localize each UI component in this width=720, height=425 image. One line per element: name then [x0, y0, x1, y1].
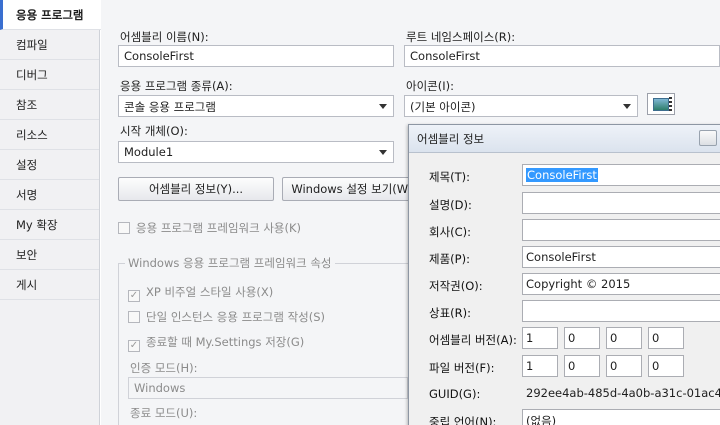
- checkbox-box: [118, 222, 130, 234]
- copyright-input[interactable]: Copyright © 2015: [522, 273, 720, 295]
- description-input[interactable]: [522, 192, 720, 214]
- app-type-value: 콘솔 응용 프로그램: [124, 100, 216, 114]
- sidebar-item-publish[interactable]: 게시: [0, 270, 99, 300]
- file-version-build[interactable]: 0: [606, 355, 642, 377]
- title-input[interactable]: ConsoleFirst: [522, 164, 720, 186]
- icon-label: 아이콘(I):: [406, 79, 454, 93]
- file-version-minor[interactable]: 0: [564, 355, 600, 377]
- neutral-language-label: 중립 언어(N):: [429, 415, 497, 425]
- copyright-label: 저작권(O):: [429, 279, 483, 293]
- view-windows-settings-button[interactable]: Windows 설정 보기(W): [282, 177, 422, 201]
- chevron-down-icon: [623, 104, 631, 109]
- company-input[interactable]: [522, 219, 720, 241]
- root-namespace-label: 루트 네임스페이스(R):: [406, 30, 516, 44]
- assembly-version-major[interactable]: 1: [522, 327, 558, 349]
- assembly-version-revision[interactable]: 0: [648, 327, 684, 349]
- product-label: 제품(P):: [429, 252, 470, 266]
- chevron-down-icon: [379, 104, 387, 109]
- auth-mode-select[interactable]: Windows: [128, 377, 408, 399]
- guid-label: GUID(G):: [429, 387, 481, 401]
- sidebar-item-resources[interactable]: 리소스: [0, 120, 99, 150]
- sidebar-item-signing[interactable]: 서명: [0, 180, 99, 210]
- assembly-version-minor[interactable]: 0: [564, 327, 600, 349]
- root-namespace-input[interactable]: ConsoleFirst: [404, 45, 720, 67]
- sidebar-item-debug[interactable]: 디버그: [0, 60, 99, 90]
- chevron-down-icon: [379, 150, 387, 155]
- xp-styles-checkbox[interactable]: ✓ XP 비주얼 스타일 사용(X): [128, 284, 273, 302]
- shutdown-mode-label: 종료 모드(U):: [130, 406, 198, 420]
- checkbox-box: [128, 311, 140, 323]
- startup-object-value: Module1: [124, 145, 174, 159]
- file-version-revision[interactable]: 0: [648, 355, 684, 377]
- trademark-label: 상표(R):: [429, 306, 471, 320]
- sidebar-item-security[interactable]: 보안: [0, 240, 99, 270]
- company-label: 회사(C):: [429, 225, 472, 239]
- assembly-info-button[interactable]: 어셈블리 정보(Y)...: [118, 177, 274, 201]
- auth-mode-value: Windows: [134, 381, 186, 395]
- dialog-title: 어셈블리 정보: [409, 125, 720, 153]
- assembly-version-label: 어셈블리 버전(A):: [429, 333, 517, 347]
- enable-framework-label: 응용 프로그램 프레임워크 사용(K): [136, 221, 302, 235]
- guid-input[interactable]: 292ee4ab-485d-4a0b-a31c-01ac44bb: [522, 382, 720, 404]
- single-instance-label: 단일 인스턴스 응용 프로그램 작성(S): [146, 310, 326, 324]
- sidebar-item-settings[interactable]: 설정: [0, 150, 99, 180]
- enable-framework-checkbox[interactable]: 응용 프로그램 프레임워크 사용(K): [118, 220, 301, 236]
- project-properties-sidebar: 응용 프로그램 컴파일 디버그 참조 리소스 설정 서명 My 확장 보안 게시: [0, 0, 101, 425]
- save-settings-label: 종료할 때 My.Settings 저장(G): [146, 335, 305, 349]
- save-settings-checkbox[interactable]: ✓ 종료할 때 My.Settings 저장(G): [128, 334, 304, 352]
- product-input[interactable]: ConsoleFirst: [522, 246, 720, 268]
- xp-styles-label: XP 비주얼 스타일 사용(X): [146, 285, 274, 299]
- close-button[interactable]: [699, 130, 717, 146]
- single-instance-checkbox[interactable]: 단일 인스턴스 응용 프로그램 작성(S): [128, 309, 325, 325]
- title-value: ConsoleFirst: [526, 168, 598, 182]
- neutral-language-select[interactable]: (없음): [522, 409, 720, 425]
- checkbox-checked: ✓: [128, 290, 140, 302]
- app-type-select[interactable]: 콘솔 응용 프로그램: [118, 95, 394, 117]
- icon-pattern: [669, 97, 672, 112]
- sidebar-item-my-extensions[interactable]: My 확장: [0, 210, 99, 240]
- file-version-label: 파일 버전(F):: [429, 361, 495, 375]
- file-version-major[interactable]: 1: [522, 355, 558, 377]
- framework-group-title: Windows 응용 프로그램 프레임워크 속성: [125, 255, 335, 271]
- trademark-input[interactable]: [522, 300, 720, 322]
- assembly-name-input[interactable]: ConsoleFirst: [118, 45, 394, 67]
- window-icon: [653, 98, 669, 111]
- startup-object-label: 시작 개체(O):: [120, 124, 188, 138]
- icon-value: (기본 아이콘): [410, 100, 476, 114]
- sidebar-item-references[interactable]: 참조: [0, 90, 99, 120]
- assembly-version-build[interactable]: 0: [606, 327, 642, 349]
- auth-mode-label: 인증 모드(H):: [130, 361, 198, 375]
- checkbox-checked: ✓: [128, 340, 140, 352]
- sidebar-item-compile[interactable]: 컴파일: [0, 30, 99, 60]
- app-type-label: 응용 프로그램 종류(A):: [120, 79, 233, 93]
- app-icon-preview: [647, 93, 675, 115]
- assembly-info-dialog: 어셈블리 정보 제목(T): ConsoleFirst 설명(D): 회사(C)…: [408, 124, 720, 425]
- description-label: 설명(D):: [429, 198, 472, 212]
- sidebar-item-application[interactable]: 응용 프로그램: [0, 0, 101, 30]
- icon-select[interactable]: (기본 아이콘): [404, 95, 638, 117]
- title-label: 제목(T):: [429, 170, 471, 184]
- assembly-name-label: 어셈블리 이름(N):: [120, 30, 209, 44]
- startup-object-select[interactable]: Module1: [118, 141, 394, 163]
